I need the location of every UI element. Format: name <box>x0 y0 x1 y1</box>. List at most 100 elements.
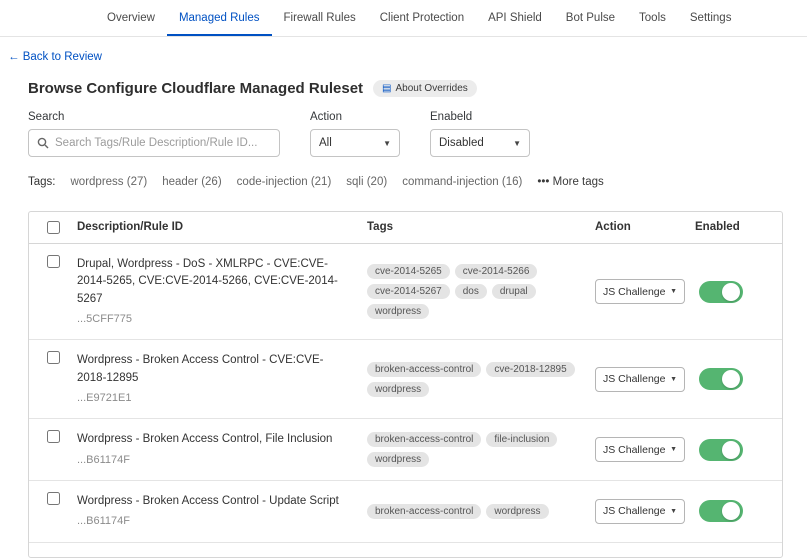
rule-description: Wordpress - Broken Access Control - Upda… <box>77 493 349 510</box>
tags-bar-label: Tags: <box>28 176 56 188</box>
tab-bot-pulse[interactable]: Bot Pulse <box>554 0 627 36</box>
chevron-down-icon: ▼ <box>513 139 521 148</box>
rule-tags: cve-2014-5265 cve-2014-5266 cve-2014-5267 d… <box>367 252 595 331</box>
tag-link-command-injection-16[interactable]: command-injection (16) <box>402 176 522 188</box>
enabled-filter: Enabeld Disabled ▼ <box>430 111 530 157</box>
tab-settings[interactable]: Settings <box>678 0 744 36</box>
tag-pill: dos <box>455 284 487 299</box>
rule-description: Wordpress - Broken Access Control - CVE:… <box>77 352 349 387</box>
tab-firewall-rules[interactable]: Firewall Rules <box>272 0 368 36</box>
search-icon <box>37 137 49 149</box>
action-dropdown[interactable]: JS Challenge ▼ <box>595 437 685 462</box>
tag-pill: wordpress <box>367 452 429 467</box>
search-label: Search <box>28 111 280 123</box>
tab-api-shield[interactable]: API Shield <box>476 0 554 36</box>
enabled-toggle[interactable] <box>699 500 743 522</box>
toggle-knob <box>722 370 740 388</box>
enabled-toggle[interactable] <box>699 368 743 390</box>
chevron-down-icon: ▼ <box>670 288 677 295</box>
table-row: Drupal, Wordpress - DoS - XMLRPC - CVE:C… <box>29 244 782 340</box>
enabled-select-value: Disabled <box>439 137 484 149</box>
rule-id: ...E9721E1 <box>77 390 349 407</box>
tab-client-protection[interactable]: Client Protection <box>368 0 476 36</box>
nav-tabs: OverviewManaged RulesFirewall RulesClien… <box>95 0 678 36</box>
tag-link-wordpress-27[interactable]: wordpress (27) <box>71 176 148 188</box>
table-row: Wordpress - Broken Access Control, File … <box>29 419 782 481</box>
enabled-toggle[interactable] <box>699 439 743 461</box>
tag-pill: wordpress <box>367 304 429 319</box>
tag-pill: wordpress <box>367 382 429 397</box>
rule-tags: broken-access-control wordpress <box>367 492 595 531</box>
toggle-knob <box>722 283 740 301</box>
column-header-enabled: Enabled <box>695 212 782 243</box>
row-checkbox[interactable] <box>47 351 60 364</box>
rule-id: ...5CFF775 <box>77 311 349 328</box>
tag-pill: drupal <box>492 284 536 299</box>
tag-link-header-26[interactable]: header (26) <box>162 176 221 188</box>
action-dropdown[interactable]: JS Challenge ▼ <box>595 499 685 524</box>
action-dropdown-value: JS Challenge <box>603 505 665 517</box>
action-dropdown[interactable]: JS Challenge ▼ <box>595 367 685 392</box>
action-dropdown-value: JS Challenge <box>603 444 665 456</box>
more-tags-button[interactable]: ••• More tags <box>537 176 603 188</box>
rule-tags: broken-access-control cve-2018-12895 wordp… <box>367 350 595 409</box>
tag-pill: broken-access-control <box>367 362 481 377</box>
column-header-action: Action <box>595 212 695 243</box>
main-content: Browse Configure Cloudflare Managed Rule… <box>0 80 807 558</box>
table-header-row: Description/Rule ID Tags Action Enabled <box>29 212 782 244</box>
row-checkbox[interactable] <box>47 492 60 505</box>
about-overrides-icon: ▤ <box>382 84 391 94</box>
tag-pill: cve-2018-12895 <box>486 362 574 377</box>
table-row: Wordpress - Broken Access Control - CVE:… <box>29 340 782 419</box>
tag-pill: file-inclusion <box>486 432 557 447</box>
rule-description: Drupal, Wordpress - DoS - XMLRPC - CVE:C… <box>77 256 349 308</box>
back-to-review-link[interactable]: ← Back to Review <box>8 51 102 63</box>
tab-managed-rules[interactable]: Managed Rules <box>167 0 272 36</box>
top-navigation: OverviewManaged RulesFirewall RulesClien… <box>0 0 807 37</box>
action-dropdown-value: JS Challenge <box>603 286 665 298</box>
row-checkbox[interactable] <box>47 255 60 268</box>
search-filter: Search <box>28 111 280 157</box>
action-dropdown-value: JS Challenge <box>603 373 665 385</box>
tag-pill: wordpress <box>486 504 548 519</box>
select-all-checkbox[interactable] <box>47 221 60 234</box>
page-title: Browse Configure Cloudflare Managed Rule… <box>28 80 363 97</box>
rule-description: Wordpress - Broken Access Control, File … <box>77 431 349 448</box>
enabled-toggle[interactable] <box>699 281 743 303</box>
action-label: Action <box>310 111 400 123</box>
tag-pill: cve-2014-5267 <box>367 284 450 299</box>
filter-bar: Search Action All ▼ Enabeld Disabled ▼ <box>28 111 783 157</box>
rule-id: ...B61174F <box>77 513 349 530</box>
tag-links: wordpress (27) header (26) code-injection … <box>71 176 523 188</box>
action-dropdown[interactable]: JS Challenge ▼ <box>595 279 685 304</box>
column-header-tags: Tags <box>367 212 595 243</box>
column-header-description: Description/Rule ID <box>77 212 367 243</box>
rules-table: Description/Rule ID Tags Action Enabled … <box>28 211 783 558</box>
chevron-down-icon: ▼ <box>670 376 677 383</box>
search-box[interactable] <box>28 129 280 157</box>
table-spacer <box>29 543 782 557</box>
tag-link-sqli-20[interactable]: sqli (20) <box>346 176 387 188</box>
rule-id: ...B61174F <box>77 452 349 469</box>
table-row: Wordpress - Broken Access Control - Upda… <box>29 481 782 543</box>
rules-table-body: Drupal, Wordpress - DoS - XMLRPC - CVE:C… <box>29 244 782 543</box>
action-filter: Action All ▼ <box>310 111 400 157</box>
rule-tags: broken-access-control file-inclusion wordp… <box>367 420 595 479</box>
tag-pill: broken-access-control <box>367 504 481 519</box>
chevron-down-icon: ▼ <box>383 139 391 148</box>
enabled-select[interactable]: Disabled ▼ <box>430 129 530 157</box>
tab-tools[interactable]: Tools <box>627 0 678 36</box>
row-checkbox[interactable] <box>47 430 60 443</box>
toggle-knob <box>722 441 740 459</box>
tag-pill: cve-2014-5265 <box>367 264 450 279</box>
action-select[interactable]: All ▼ <box>310 129 400 157</box>
about-overrides-badge[interactable]: ▤ About Overrides <box>373 80 477 97</box>
tag-link-code-injection-21[interactable]: code-injection (21) <box>237 176 332 188</box>
action-select-value: All <box>319 137 332 149</box>
chevron-down-icon: ▼ <box>670 446 677 453</box>
tag-pill: cve-2014-5266 <box>455 264 538 279</box>
tag-pill: broken-access-control <box>367 432 481 447</box>
tab-overview[interactable]: Overview <box>95 0 167 36</box>
search-input[interactable] <box>55 137 271 149</box>
toggle-knob <box>722 502 740 520</box>
